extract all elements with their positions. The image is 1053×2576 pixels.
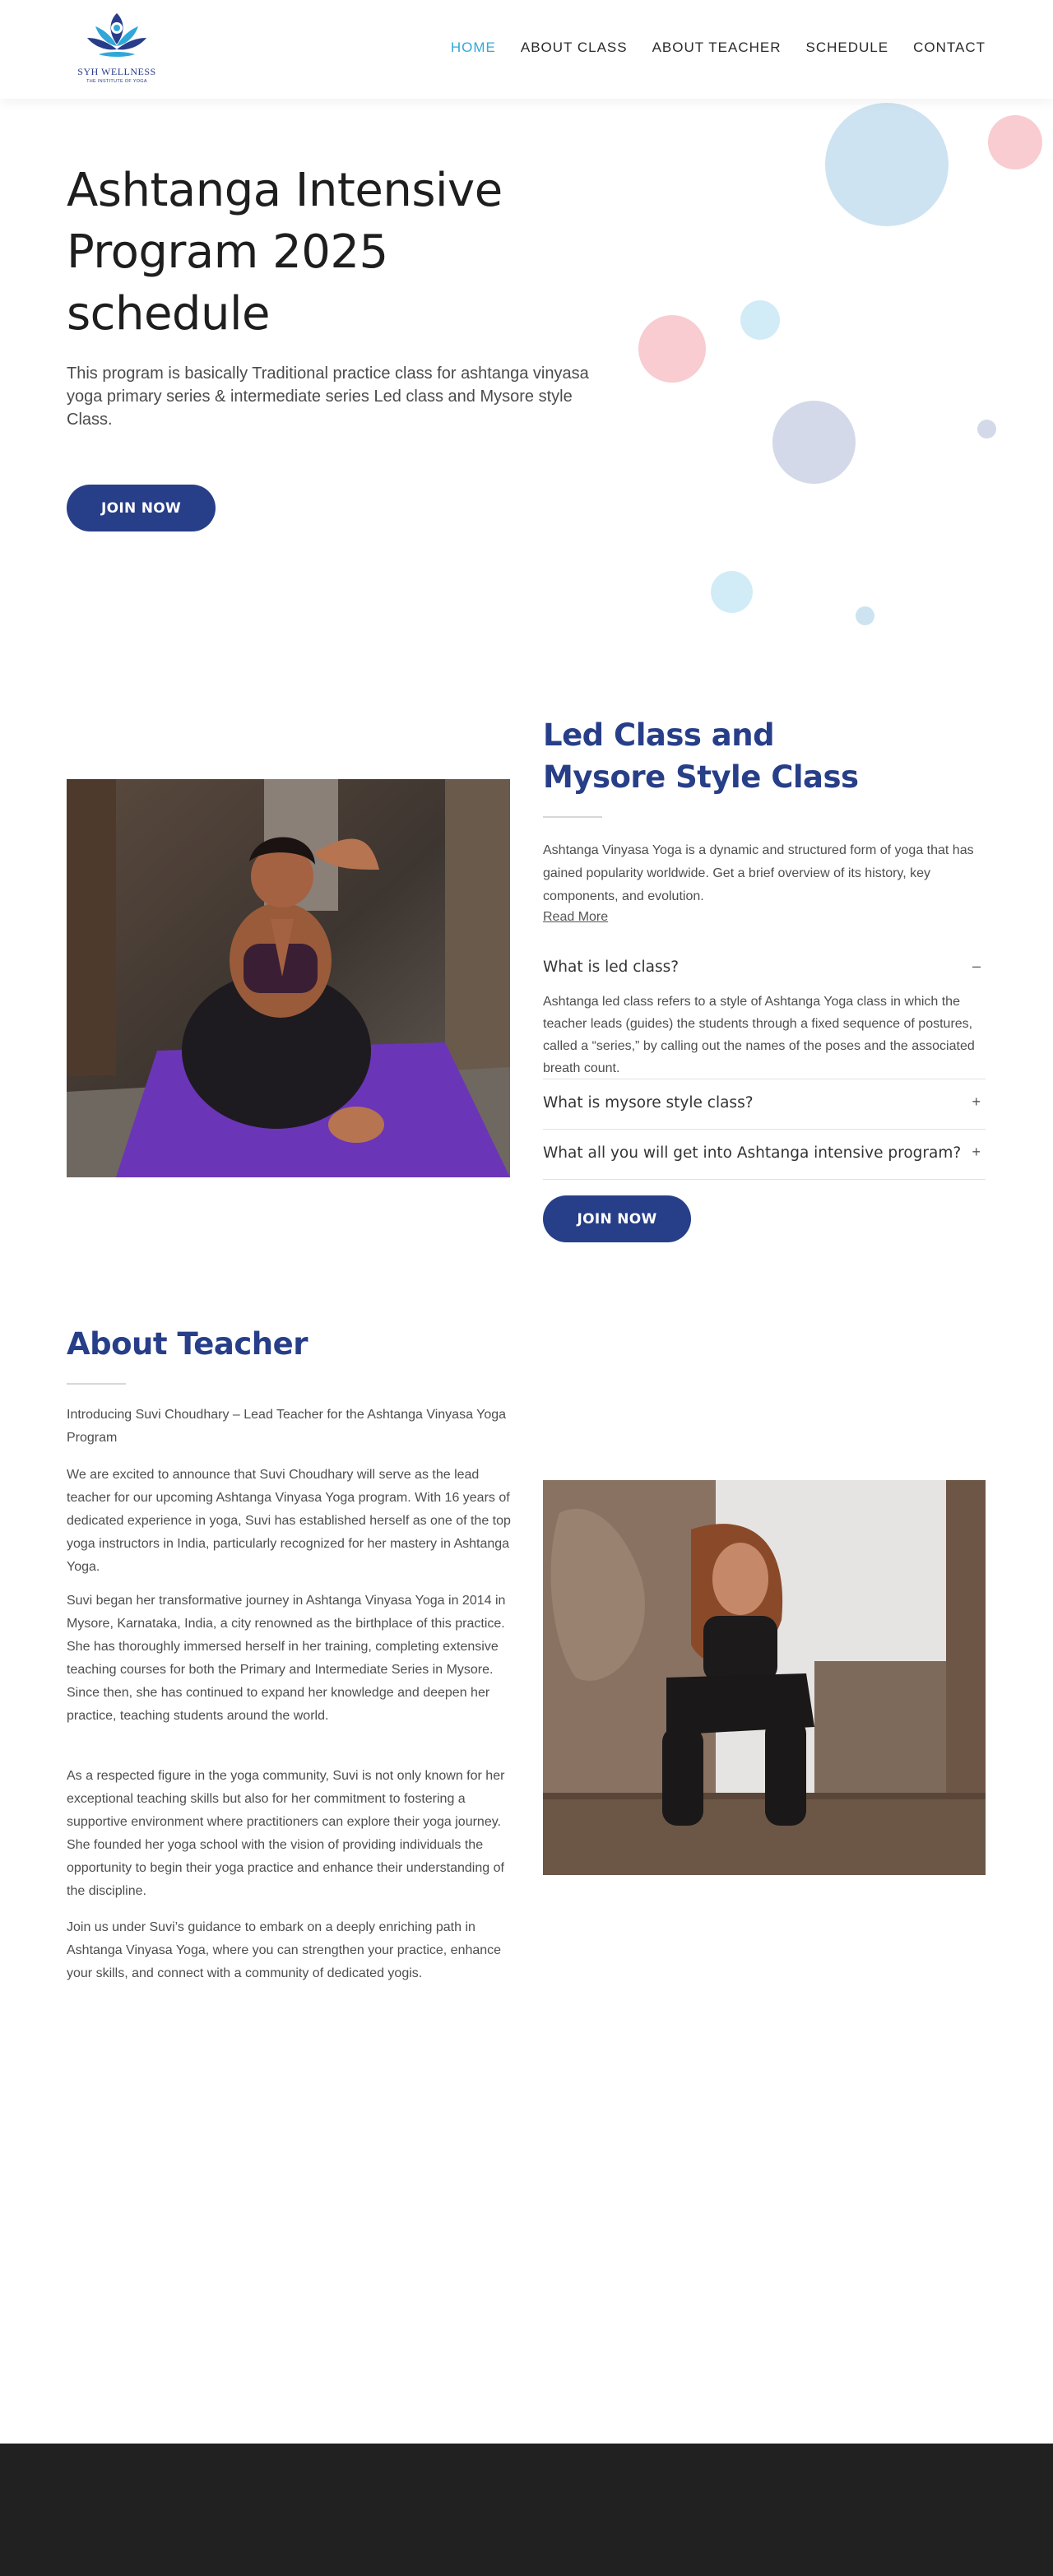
- yoga-practitioner-image: [67, 779, 510, 1177]
- minus-icon[interactable]: –: [972, 958, 981, 975]
- class-join-now-button[interactable]: JOIN NOW: [543, 1195, 691, 1242]
- nav-schedule[interactable]: SCHEDULE: [806, 39, 889, 56]
- decorative-circle: [638, 315, 706, 383]
- logo-tagline: THE INSTITUTE OF YOGA: [86, 79, 147, 84]
- teacher-paragraph: We are excited to announce that Suvi Cho…: [67, 1468, 511, 1574]
- nav-about-class[interactable]: ABOUT CLASS: [521, 39, 628, 56]
- read-more-link[interactable]: Read More: [543, 910, 608, 925]
- class-photo: [67, 779, 510, 1177]
- plus-icon[interactable]: +: [972, 1093, 981, 1111]
- teacher-photo: [543, 1480, 986, 1875]
- accordion-question[interactable]: What all you will get into Ashtanga inte…: [543, 1144, 961, 1162]
- nav-contact[interactable]: CONTACT: [913, 39, 986, 56]
- plus-icon[interactable]: +: [972, 1144, 981, 1161]
- teacher-portrait-image: [543, 1480, 986, 1875]
- teacher-section-divider: [67, 1383, 126, 1385]
- decorative-circle: [740, 300, 780, 340]
- teacher-paragraph: As a respected figure in the yoga commun…: [67, 1769, 505, 1898]
- decorative-circle: [856, 606, 874, 625]
- class-intro: Ashtanga Vinyasa Yoga is a dynamic and s…: [543, 843, 974, 903]
- lotus-logo-icon: [87, 13, 146, 57]
- teacher-paragraph: Suvi began her transformative journey in…: [67, 1594, 506, 1723]
- decorative-circle: [772, 401, 856, 484]
- nav-about-teacher[interactable]: ABOUT TEACHER: [652, 39, 782, 56]
- site-logo[interactable]: SYH WELLNESS THE INSTITUTE OF YOGA: [76, 7, 158, 89]
- nav-home[interactable]: HOME: [451, 39, 496, 56]
- accordion-item-led-class[interactable]: What is led class? – Ashtanga led class …: [543, 946, 986, 1079]
- main-nav: HOME ABOUT CLASS ABOUT TEACHER SCHEDULE …: [451, 39, 986, 56]
- decorative-circle: [988, 115, 1042, 169]
- class-section-title: Led Class and Mysore Style Class: [543, 717, 859, 795]
- accordion-question[interactable]: What is led class?: [543, 958, 679, 976]
- site-header: SYH WELLNESS THE INSTITUTE OF YOGA HOME …: [0, 0, 1053, 99]
- accordion-item-intensive-program[interactable]: What all you will get into Ashtanga inte…: [543, 1130, 986, 1180]
- teacher-paragraph: Introducing Suvi Choudhary – Lead Teache…: [67, 1408, 507, 1445]
- accordion-answer: Ashtanga led class refers to a style of …: [543, 995, 975, 1075]
- decorative-circle: [825, 103, 949, 226]
- decorative-circle: [711, 571, 753, 613]
- site-footer: [0, 2444, 1053, 2576]
- accordion-question[interactable]: What is mysore style class?: [543, 1094, 754, 1112]
- decorative-circle: [977, 420, 996, 439]
- teacher-section-title: About Teacher: [67, 1326, 308, 1362]
- hero-join-now-button[interactable]: JOIN NOW: [67, 485, 216, 531]
- class-section-divider: [543, 816, 602, 818]
- teacher-paragraph: Join us under Suvi’s guidance to embark …: [67, 1920, 502, 1980]
- hero-title: Ashtanga Intensive Program 2025 schedule: [67, 164, 503, 341]
- hero-description: This program is basically Traditional pr…: [67, 364, 589, 429]
- accordion-item-mysore-class[interactable]: What is mysore style class? +: [543, 1079, 986, 1130]
- logo-name: SYH WELLNESS: [77, 66, 156, 77]
